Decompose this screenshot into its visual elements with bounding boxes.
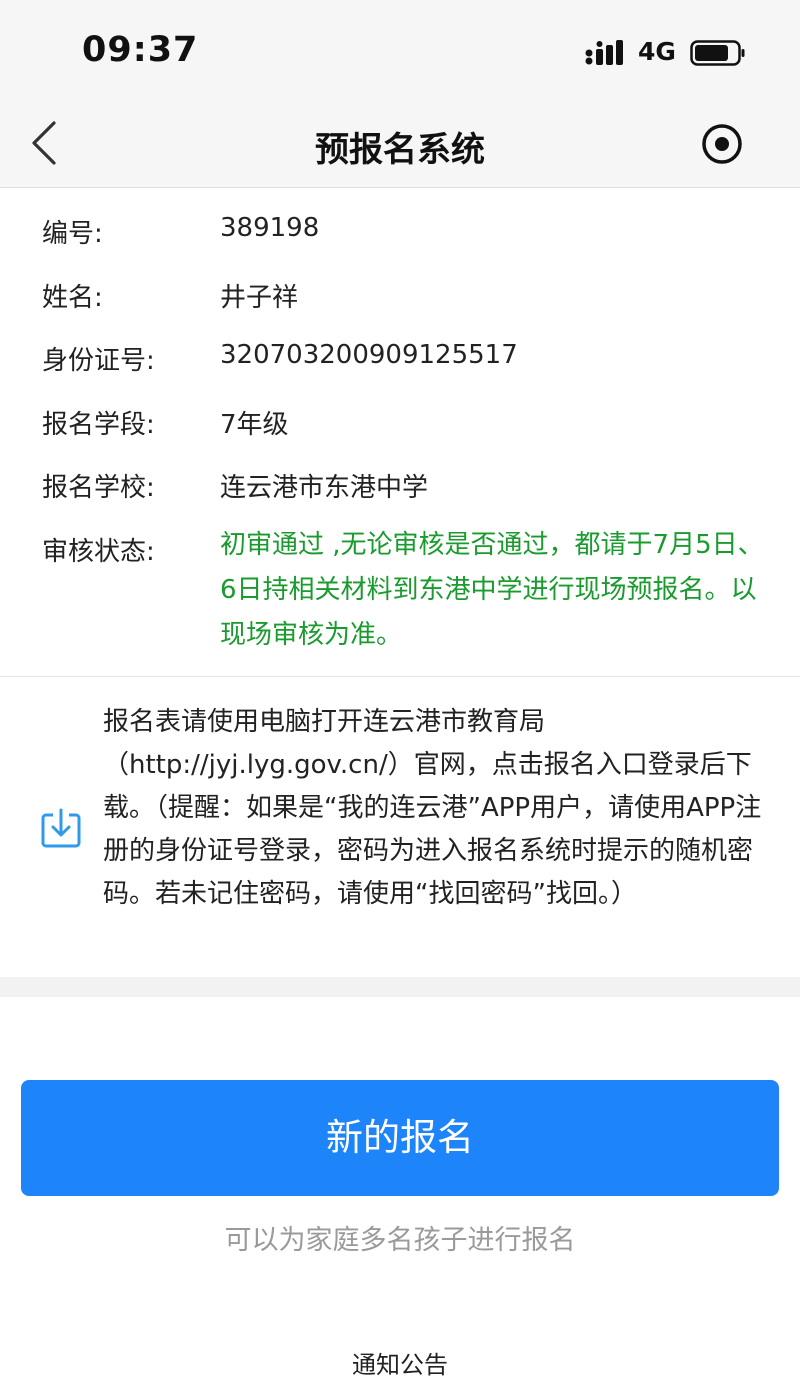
id-value: 389198 [220, 213, 320, 243]
school-value: 连云港市东港中学 [220, 473, 429, 503]
status-bar: 09:37 4G [0, 0, 800, 105]
page-title: 预报名系统 [315, 130, 485, 170]
download-notice: 报名表请使用电脑打开连云港市教育局（http://jyj.lyg.gov.cn/… [0, 677, 800, 977]
signal-icon [585, 40, 623, 65]
nav-bar: 预报名系统 [0, 105, 800, 188]
grade-label: 报名学段: [42, 410, 155, 440]
announcement-link[interactable]: 通知公告 [0, 1345, 800, 1380]
review-status-text: 初审通过 ,无论审核是否通过，都请于7月5日、6日持相关材料到东港中学进行现场预… [220, 530, 764, 650]
idcard-label: 身份证号: [42, 346, 155, 376]
battery-icon [690, 40, 745, 66]
id-label: 编号: [42, 219, 103, 249]
notice-text: 报名表请使用电脑打开连云港市教育局（http://jyj.lyg.gov.cn/… [103, 707, 762, 909]
hint-text: 可以为家庭多名孩子进行报名 [224, 1225, 576, 1256]
school-label: 报名学校: [42, 473, 155, 503]
grade-value: 7年级 [220, 410, 289, 440]
name-label: 姓名: [42, 283, 103, 313]
target-icon[interactable] [700, 122, 744, 166]
status-time: 09:37 [82, 30, 199, 70]
name-value: 井子祥 [220, 283, 299, 313]
section-gap [0, 977, 800, 997]
review-label: 审核状态: [42, 537, 155, 567]
network-type: 4G [638, 37, 676, 66]
download-icon[interactable] [40, 807, 82, 849]
new-registration-button[interactable]: 新的报名 [21, 1080, 779, 1196]
idcard-value: 320703200909125517 [220, 340, 518, 370]
